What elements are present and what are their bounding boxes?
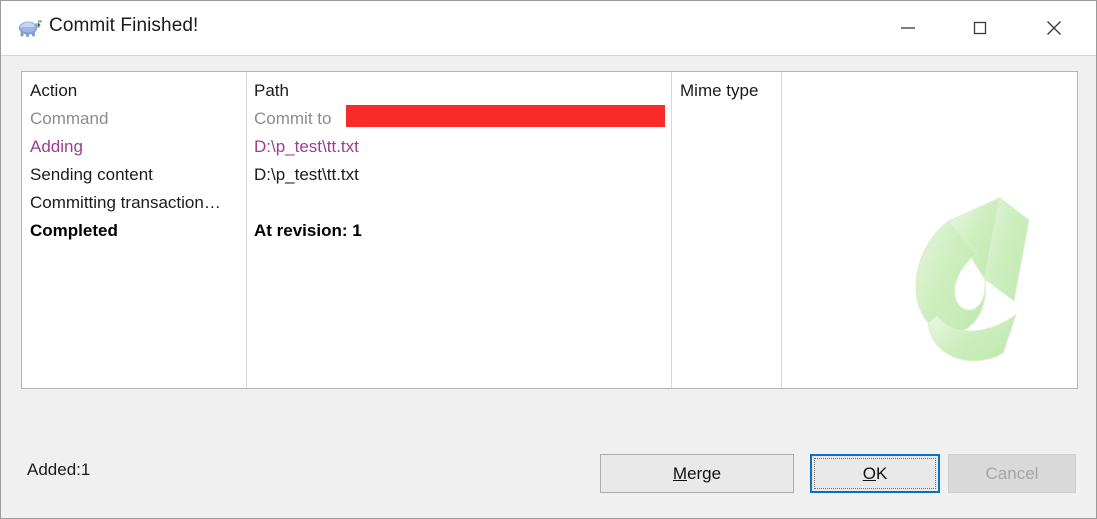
row-action: Committing transaction… xyxy=(30,193,221,212)
close-icon xyxy=(1019,15,1088,41)
minimize-button[interactable] xyxy=(873,1,942,55)
tortoise-icon xyxy=(15,15,43,41)
column-header-path[interactable]: Path xyxy=(254,77,289,105)
cancel-button-label: Cancel xyxy=(985,463,1039,483)
maximize-button[interactable] xyxy=(945,1,1014,55)
list-header-row: Action Path Mime type xyxy=(22,77,1077,105)
row-action: Completed xyxy=(30,221,118,240)
list-item[interactable]: Sending content D:\p_test\tt.txt xyxy=(22,161,1077,189)
ok-button-label: OK xyxy=(862,463,888,483)
redaction-bar xyxy=(346,105,665,127)
list-item[interactable]: Committing transaction… xyxy=(22,189,1077,217)
commit-finished-dialog: Commit Finished! Action Path Mime type C… xyxy=(0,0,1097,519)
ok-button[interactable]: OK xyxy=(810,454,940,493)
status-summary: Added:1 xyxy=(27,460,91,479)
minimize-icon xyxy=(873,15,942,41)
row-path: At revision: 1 xyxy=(254,221,362,240)
list-item[interactable]: Adding D:\p_test\tt.txt xyxy=(22,133,1077,161)
window-title: Commit Finished! xyxy=(49,15,199,36)
column-header-action[interactable]: Action xyxy=(30,77,77,105)
row-path: D:\p_test\tt.txt xyxy=(254,137,359,156)
list-item[interactable]: Completed At revision: 1 xyxy=(22,217,1077,245)
column-header-mime-type[interactable]: Mime type xyxy=(680,77,758,105)
merge-button-label: Merge xyxy=(672,463,722,483)
row-path: D:\p_test\tt.txt xyxy=(254,165,359,184)
title-bar: Commit Finished! xyxy=(1,1,1096,56)
row-action: Adding xyxy=(30,137,83,156)
maximize-icon xyxy=(945,15,1014,41)
close-button[interactable] xyxy=(1019,1,1088,55)
row-action: Command xyxy=(30,109,109,128)
merge-button[interactable]: Merge xyxy=(600,454,794,493)
progress-list[interactable]: Action Path Mime type Command Commit to … xyxy=(21,71,1078,389)
cancel-button: Cancel xyxy=(948,454,1076,493)
row-path: Commit to xyxy=(254,109,332,128)
row-action: Sending content xyxy=(30,165,153,184)
